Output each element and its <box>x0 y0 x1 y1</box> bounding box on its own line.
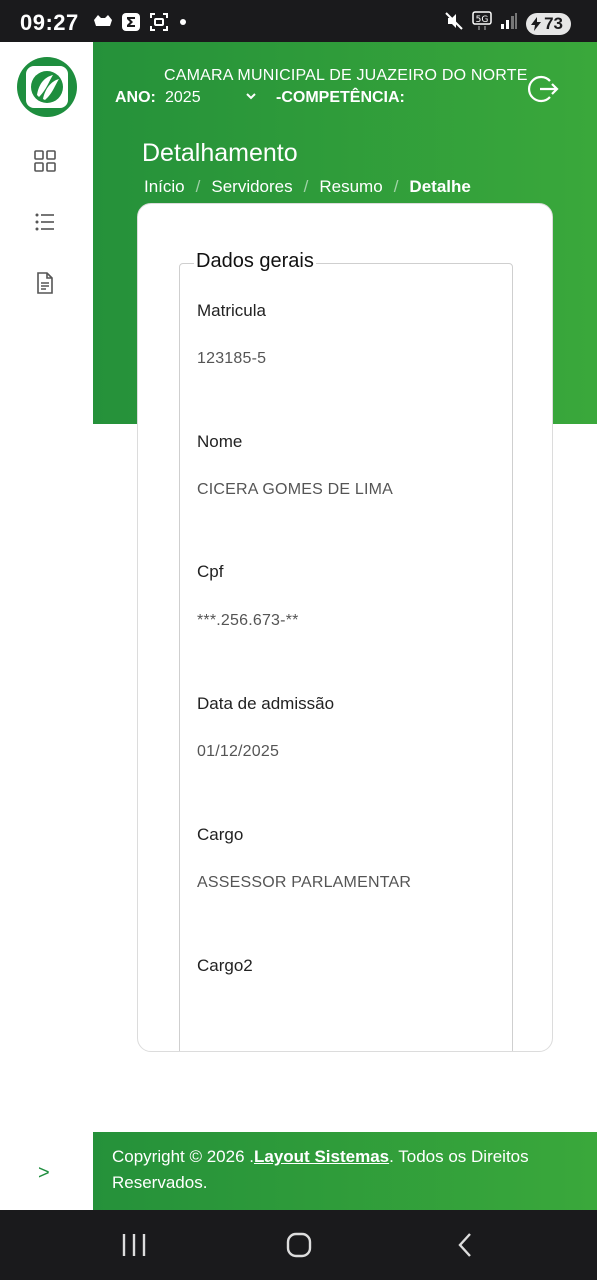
ano-label: ANO: <box>115 89 156 106</box>
status-time: 09:27 <box>20 10 79 35</box>
logout-button[interactable] <box>526 72 560 106</box>
list-icon[interactable] <box>33 210 57 234</box>
logo-mark <box>26 66 68 108</box>
detail-card: Dados gerais Matricula 123185-5 Nome CIC… <box>137 203 553 1052</box>
leaf-logo-icon <box>31 71 63 103</box>
field-value: ASSESSOR PARLAMENTAR <box>197 874 412 891</box>
back-icon <box>458 1233 471 1257</box>
sidebar-expand-button[interactable]: > <box>38 1162 50 1185</box>
dados-gerais-fieldset: Dados gerais <box>179 250 513 1051</box>
app-logo[interactable] <box>17 57 77 117</box>
breadcrumb-separator: / <box>393 177 399 196</box>
cat-icon <box>92 12 114 32</box>
svg-text:5G: 5G <box>476 15 489 25</box>
bolt-icon <box>531 16 542 31</box>
home-button[interactable] <box>283 1230 315 1260</box>
document-icon[interactable] <box>33 271 57 295</box>
field-label: Cpf <box>197 562 224 581</box>
home-icon <box>286 1232 312 1258</box>
recent-apps-icon <box>122 1234 146 1256</box>
breadcrumb: Início / Servidores / Resumo / Detalhe <box>144 177 471 197</box>
back-button[interactable] <box>450 1230 482 1260</box>
5g-icon: 5G <box>472 11 492 36</box>
sidebar <box>0 42 93 1210</box>
sigma-icon <box>120 12 142 32</box>
org-name: CAMARA MUNICIPAL DE JUAZEIRO DO NORTE <box>164 67 528 84</box>
chevron-down-icon <box>245 89 257 105</box>
screenshot-icon <box>148 12 170 32</box>
footer-link[interactable]: Layout Sistemas <box>254 1147 389 1166</box>
field-label: Matricula <box>197 301 266 320</box>
breadcrumb-resumo[interactable]: Resumo <box>319 177 382 197</box>
competencia-label: -COMPETÊNCIA: <box>276 89 405 106</box>
page-title: Detalhamento <box>142 139 298 167</box>
mute-icon <box>444 11 464 36</box>
field-label: Cargo2 <box>197 956 253 975</box>
breadcrumb-detalhe: Detalhe <box>409 177 471 196</box>
ano-value: 2025 <box>165 89 201 106</box>
system-icons: 5G 73 <box>444 11 571 36</box>
footer: Copyright © 2026 .Layout Sistemas. Todos… <box>93 1132 597 1210</box>
dot-icon <box>180 19 186 25</box>
field-value: CICERA GOMES DE LIMA <box>197 481 394 498</box>
field-label: Cargo <box>197 825 244 844</box>
breadcrumb-inicio[interactable]: Início <box>144 177 185 197</box>
logout-icon <box>528 75 559 103</box>
battery-indicator: 73 <box>526 12 571 35</box>
breadcrumb-separator: / <box>195 177 201 196</box>
battery-level: 73 <box>544 13 563 33</box>
system-nav-bar <box>0 1210 597 1280</box>
field-value: ***.256.673-** <box>197 612 299 629</box>
signal-icon <box>500 12 518 35</box>
notification-icons <box>92 12 186 32</box>
recent-apps-button[interactable] <box>118 1230 150 1260</box>
field-value: 123185-5 <box>197 350 267 367</box>
footer-copyright: Copyright © 2026 . <box>112 1147 254 1166</box>
breadcrumb-separator: / <box>303 177 309 196</box>
field-label: Data de admissão <box>197 694 335 713</box>
dashboard-icon[interactable] <box>33 149 57 173</box>
field-value: 01/12/2025 <box>197 743 280 760</box>
field-label: Nome <box>197 432 243 451</box>
status-bar: 09:27 5G 73 <box>0 0 597 42</box>
breadcrumb-servidores[interactable]: Servidores <box>211 177 292 197</box>
ano-select[interactable]: 2025 <box>165 89 265 107</box>
fieldset-legend: Dados gerais <box>194 250 316 273</box>
